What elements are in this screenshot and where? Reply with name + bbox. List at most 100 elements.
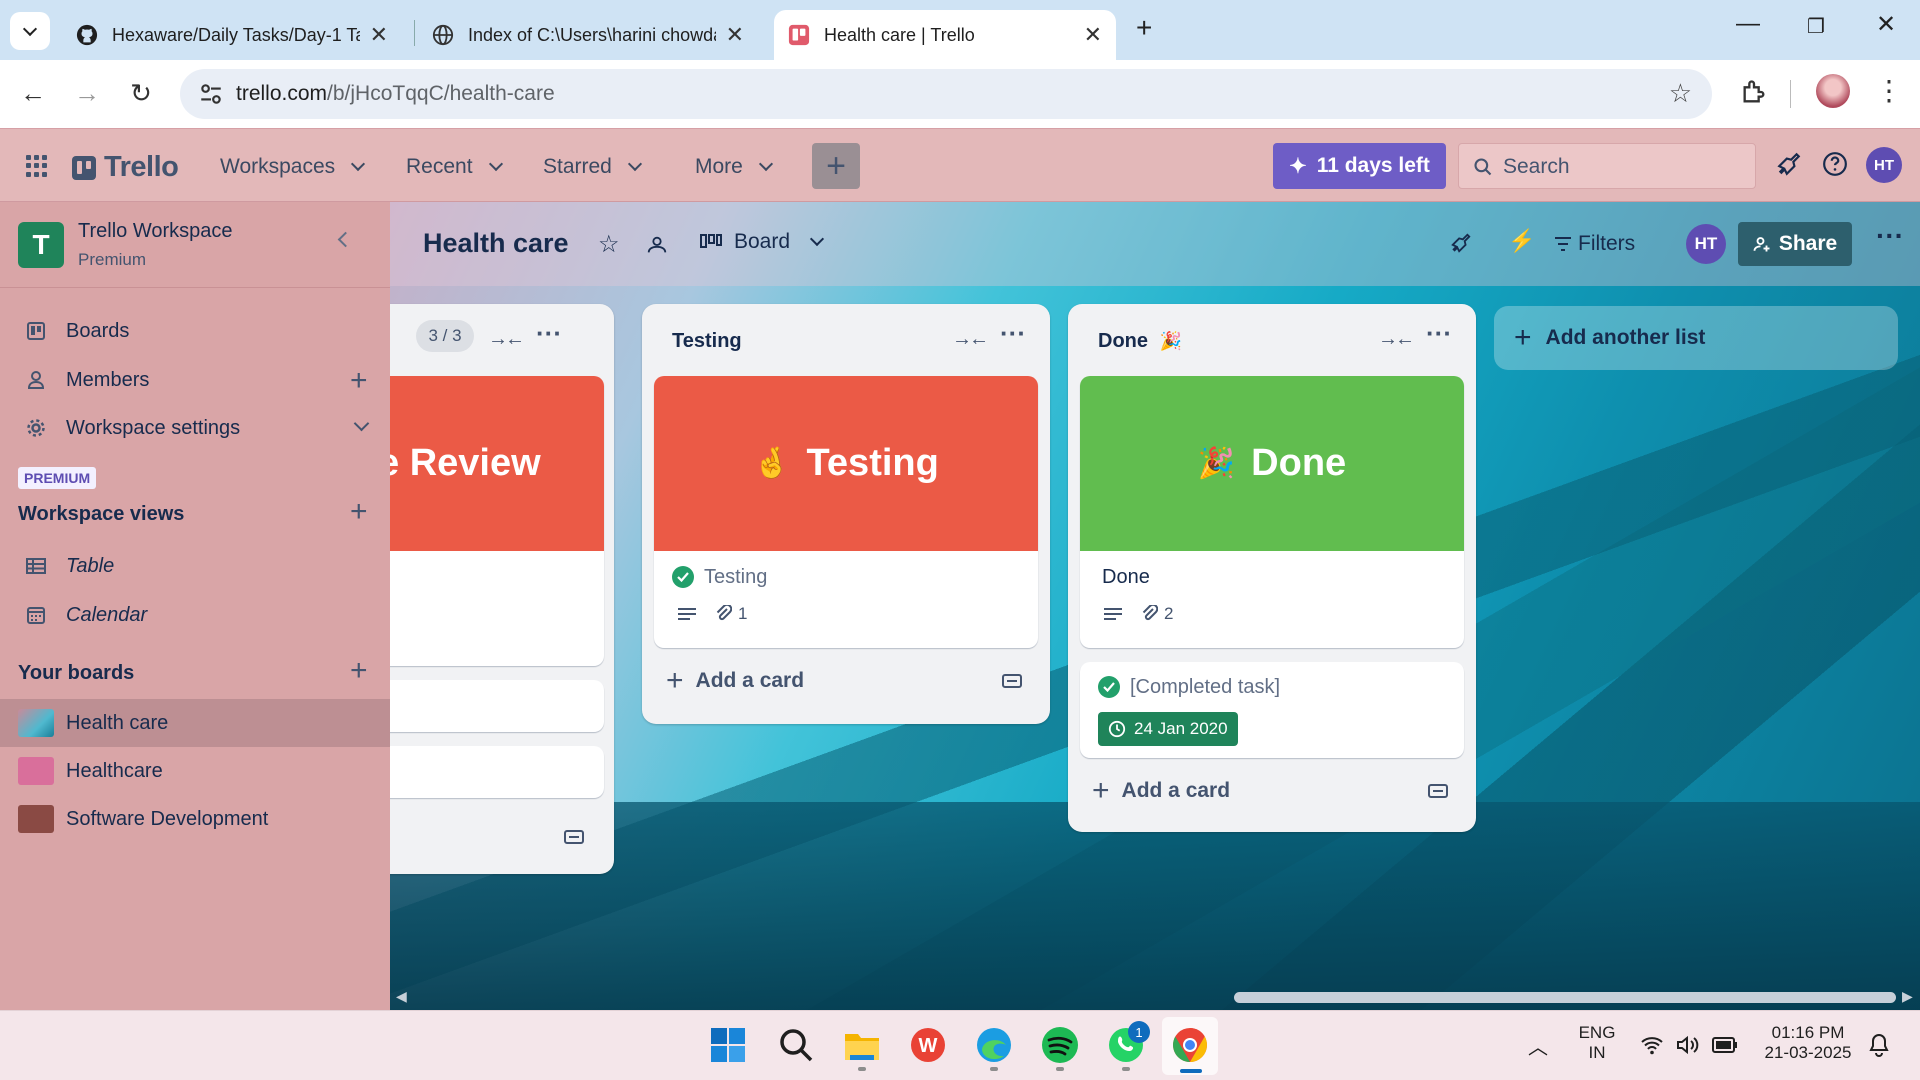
wifi-icon[interactable] [1640, 1035, 1664, 1055]
sidebar-item-boards[interactable]: Boards [0, 307, 390, 355]
card-blank[interactable] [390, 746, 604, 798]
extensions-icon[interactable] [1740, 78, 1768, 106]
filters-button[interactable]: Filters [1578, 232, 1635, 256]
help-icon[interactable] [1822, 151, 1848, 177]
scroll-left-arrow[interactable]: ◀ [396, 988, 407, 1005]
chevron-down-icon[interactable] [353, 415, 370, 432]
list-actions-icon[interactable]: ··· [536, 318, 562, 349]
collapse-sidebar-icon[interactable] [337, 231, 354, 248]
browser-profile-avatar[interactable] [1816, 74, 1850, 108]
add-view-button[interactable]: + [350, 495, 368, 529]
back-button[interactable]: ← [16, 78, 50, 109]
menu-starred[interactable]: Starred [543, 155, 642, 179]
list-title[interactable]: Done 🎉 [1098, 330, 1182, 353]
reload-button[interactable]: ↻ [124, 78, 158, 109]
scroll-right-arrow[interactable]: ▶ [1902, 988, 1913, 1005]
battery-icon[interactable] [1712, 1037, 1738, 1053]
list-review: 3 / 3 →← ··· e Review [390, 304, 614, 874]
add-member-button[interactable]: + [350, 364, 368, 398]
create-from-template-icon[interactable] [1428, 782, 1448, 800]
menu-recent[interactable]: Recent [406, 155, 503, 179]
edge-browser-icon[interactable] [974, 1025, 1014, 1065]
chrome-icon[interactable] [1170, 1025, 1210, 1065]
list-actions-icon[interactable]: ··· [1426, 318, 1452, 349]
add-another-list-button[interactable]: + Add another list [1494, 306, 1898, 370]
sidebar-item-calendar[interactable]: Calendar [0, 591, 390, 639]
app-switcher-icon[interactable] [26, 155, 48, 177]
sidebar-board-software-development[interactable]: Software Development [0, 795, 390, 843]
search-icon[interactable] [776, 1025, 816, 1065]
clock[interactable]: 01:16 PM 21-03-2025 [1758, 1023, 1858, 1063]
trial-days-button[interactable]: ✦ 11 days left [1273, 143, 1446, 189]
sidebar-item-table[interactable]: Table [0, 542, 390, 590]
create-from-template-icon[interactable] [1002, 672, 1022, 690]
star-board-icon[interactable]: ☆ [598, 230, 620, 259]
sidebar-board-health-care[interactable]: Health care [0, 699, 390, 747]
add-card-button[interactable]: + Add a card [666, 664, 804, 698]
card-done[interactable]: 🎉 Done Done 2 [1080, 376, 1464, 648]
windows-start-icon[interactable] [708, 1025, 748, 1065]
board-view-switcher[interactable]: Board [700, 230, 825, 254]
menu-more[interactable]: More [695, 155, 773, 179]
browser-tab-github[interactable]: Hexaware/Daily Tasks/Day-1 Ta ✕ [62, 10, 402, 60]
close-tab-icon[interactable]: ✕ [370, 22, 388, 48]
close-tab-icon[interactable]: ✕ [1084, 22, 1102, 48]
board-title[interactable]: Health care [423, 228, 569, 259]
volume-icon[interactable] [1676, 1035, 1700, 1055]
search-input[interactable]: Search [1458, 143, 1756, 189]
collapse-list-icon[interactable]: →← [952, 328, 989, 351]
minimize-button[interactable]: — [1728, 10, 1768, 38]
wps-office-icon[interactable]: W [908, 1025, 948, 1065]
forward-button[interactable]: → [70, 78, 104, 109]
visibility-icon[interactable] [646, 234, 668, 256]
list-actions-icon[interactable]: ··· [1000, 318, 1026, 349]
sidebar-item-members[interactable]: Members + [0, 356, 390, 404]
card-completed-task[interactable]: [Completed task] 24 Jan 2020 [1080, 662, 1464, 758]
show-hidden-icons-button[interactable]: ︿ [1528, 1031, 1548, 1060]
bookmark-star-icon[interactable]: ☆ [1669, 78, 1692, 109]
restore-button[interactable]: ❐ [1796, 14, 1836, 39]
browser-tab-trello[interactable]: Health care | Trello ✕ [774, 10, 1116, 60]
collapse-list-icon[interactable]: →← [1378, 328, 1415, 351]
board-horizontal-scrollbar[interactable]: ◀ ▶ [390, 986, 1920, 1008]
board-menu-icon[interactable]: ··· [1876, 220, 1904, 252]
scrollbar-thumb[interactable] [1234, 992, 1896, 1003]
notification-center-icon[interactable] [1868, 1033, 1890, 1057]
add-board-button[interactable]: + [350, 654, 368, 688]
share-button[interactable]: Share [1738, 222, 1852, 266]
create-button[interactable]: + [812, 143, 860, 189]
spotify-icon[interactable] [1040, 1025, 1080, 1065]
browser-tab-index[interactable]: Index of C:\Users\harini chowda ✕ [418, 10, 758, 60]
language-indicator[interactable]: ENG IN [1576, 1023, 1618, 1063]
completed-check-icon[interactable] [1098, 676, 1120, 698]
power-ups-icon[interactable] [1450, 232, 1472, 254]
menu-workspaces[interactable]: Workspaces [220, 155, 366, 179]
tab-search-button[interactable] [10, 12, 50, 50]
list-title[interactable]: Testing [672, 330, 742, 353]
completed-check-icon[interactable] [672, 566, 694, 588]
address-bar[interactable]: trello.com/b/jHcoTqqC/health-care ☆ [180, 69, 1712, 119]
card-blank[interactable] [390, 680, 604, 732]
site-info-icon[interactable] [198, 81, 224, 107]
party-popper-icon: 🎉 [1159, 331, 1182, 351]
card-review[interactable]: e Review [390, 376, 604, 666]
notifications-icon[interactable] [1776, 151, 1802, 177]
board-member-avatar[interactable]: HT [1686, 224, 1726, 264]
new-tab-button[interactable]: + [1136, 12, 1152, 44]
boards-icon [27, 322, 45, 340]
sidebar-board-healthcare[interactable]: Healthcare [0, 747, 390, 795]
create-from-template-icon[interactable] [564, 828, 584, 846]
close-window-button[interactable]: ✕ [1866, 10, 1906, 39]
due-date-badge[interactable]: 24 Jan 2020 [1098, 712, 1238, 746]
automation-icon[interactable]: ⚡ [1508, 228, 1535, 254]
file-explorer-icon[interactable] [842, 1025, 882, 1065]
close-tab-icon[interactable]: ✕ [726, 22, 744, 48]
sidebar-item-workspace-settings[interactable]: Workspace settings [0, 404, 390, 452]
trello-logo[interactable]: Trello [72, 151, 179, 184]
collapse-list-icon[interactable]: →← [488, 328, 525, 351]
account-avatar[interactable]: HT [1866, 147, 1902, 183]
card-testing[interactable]: 🤞 Testing Testing 1 [654, 376, 1038, 648]
browser-menu-icon[interactable]: ⋮ [1872, 74, 1906, 107]
add-card-button[interactable]: + Add a card [1092, 774, 1230, 808]
add-member-icon [1753, 237, 1770, 252]
